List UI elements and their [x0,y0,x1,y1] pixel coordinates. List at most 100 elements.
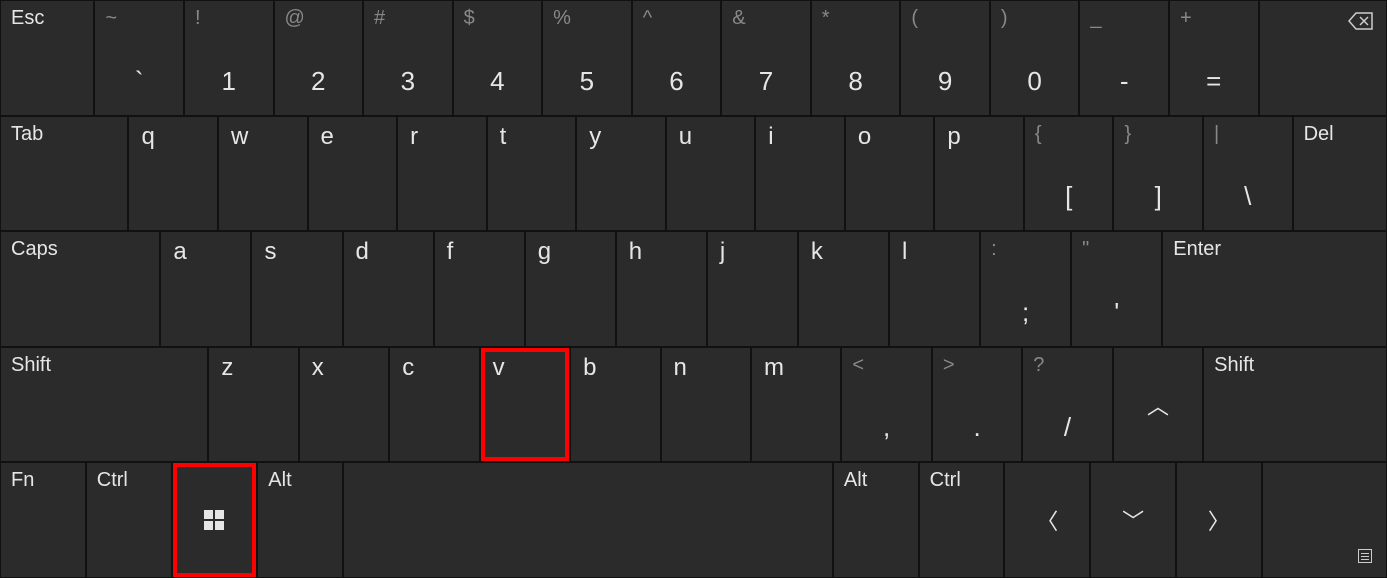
key-v[interactable]: v [481,348,569,462]
key-lower-label: 2 [311,66,325,97]
key-lbracket[interactable]: {[ [1025,117,1113,231]
key-win[interactable] [173,463,257,577]
key-c[interactable]: c [390,348,478,462]
key-9[interactable]: (9 [901,1,989,115]
keyboard-row-0: Esc~`!1@2#3$4%5^6&7*8(9)0_-+= [0,0,1387,116]
key-tab[interactable]: Tab [1,117,127,231]
key-lower-label: 6 [669,66,683,97]
key-1[interactable]: !1 [185,1,273,115]
key-label: Ctrl [930,469,961,492]
key-comma[interactable]: <, [842,348,930,462]
key-label: k [811,238,823,266]
key-m[interactable]: m [752,348,840,462]
key-upper-label: | [1214,123,1219,146]
key-enter[interactable]: Enter [1163,232,1386,346]
key-del[interactable]: Del [1294,117,1386,231]
key-g[interactable]: g [526,232,615,346]
key-label: r [410,123,418,151]
key-q[interactable]: q [129,117,217,231]
key-f[interactable]: f [435,232,524,346]
key-label: g [538,238,551,266]
key-6[interactable]: ^6 [633,1,721,115]
key-4[interactable]: $4 [454,1,542,115]
key-upper-label: ~ [105,7,117,30]
key-upper-label: : [991,238,997,261]
key-label: j [720,238,725,266]
key-lower-label: , [883,412,890,443]
key-label: a [173,238,186,266]
key-esc[interactable]: Esc [1,1,93,115]
key-a[interactable]: a [161,232,250,346]
key-upper-label: _ [1090,7,1101,30]
key-lower-label: 7 [759,66,773,97]
key-down[interactable]: ﹀ [1091,463,1175,577]
key-k[interactable]: k [799,232,888,346]
key-label: p [947,123,960,151]
key-label: t [500,123,507,151]
key-label: Shift [11,354,51,377]
key-h[interactable]: h [617,232,706,346]
key-8[interactable]: *8 [812,1,900,115]
key-caps[interactable]: Caps [1,232,159,346]
key-backspace[interactable] [1260,1,1386,115]
key-label: l [902,238,907,266]
key-minus[interactable]: _- [1080,1,1168,115]
key-b[interactable]: b [571,348,659,462]
key-o[interactable]: o [846,117,934,231]
key-3[interactable]: #3 [364,1,452,115]
key-t[interactable]: t [488,117,576,231]
key-upper-label: ) [1001,7,1008,30]
arrow-icon: ﹀ [1122,504,1144,536]
key-fn[interactable]: Fn [1,463,85,577]
key-y[interactable]: y [577,117,665,231]
key-upper-label: < [852,354,864,377]
key-quote[interactable]: "' [1072,232,1161,346]
key-label: Esc [11,7,44,30]
key-7[interactable]: &7 [722,1,810,115]
key-5[interactable]: %5 [543,1,631,115]
key-ralt[interactable]: Alt [834,463,918,577]
key-n[interactable]: n [662,348,750,462]
key-s[interactable]: s [252,232,341,346]
key-i[interactable]: i [756,117,844,231]
key-rctrl[interactable]: Ctrl [920,463,1004,577]
key-uparrow[interactable]: ︿ [1114,348,1202,462]
key-lower-label: 3 [401,66,415,97]
key-0[interactable]: )0 [991,1,1079,115]
key-backtick[interactable]: ~` [95,1,183,115]
key-z[interactable]: z [209,348,297,462]
key-label: z [221,354,233,382]
key-j[interactable]: j [708,232,797,346]
key-label: Alt [268,469,291,492]
key-lalt[interactable]: Alt [258,463,342,577]
key-equals[interactable]: += [1170,1,1258,115]
key-lshift[interactable]: Shift [1,348,207,462]
key-l[interactable]: l [890,232,979,346]
key-label: m [764,354,784,382]
key-r[interactable]: r [398,117,486,231]
key-backslash[interactable]: |\ [1204,117,1292,231]
key-semicolon[interactable]: :; [981,232,1070,346]
key-u[interactable]: u [667,117,755,231]
key-e[interactable]: e [309,117,397,231]
key-label: e [321,123,334,151]
key-x[interactable]: x [300,348,388,462]
key-menu[interactable] [1263,463,1386,577]
key-label: q [141,123,154,151]
key-2[interactable]: @2 [275,1,363,115]
key-lower-label: 0 [1027,66,1041,97]
key-slash[interactable]: ?/ [1023,348,1111,462]
key-rbracket[interactable]: }] [1114,117,1202,231]
arrow-icon: ︿ [1147,389,1169,421]
key-period[interactable]: >. [933,348,1021,462]
key-p[interactable]: p [935,117,1023,231]
key-d[interactable]: d [344,232,433,346]
key-left[interactable]: 〈 [1005,463,1089,577]
key-space[interactable] [344,463,832,577]
key-rshift[interactable]: Shift [1204,348,1386,462]
key-label: w [231,123,248,151]
key-lctrl[interactable]: Ctrl [87,463,171,577]
key-label: c [402,354,414,382]
key-right[interactable]: 〉 [1177,463,1261,577]
key-w[interactable]: w [219,117,307,231]
